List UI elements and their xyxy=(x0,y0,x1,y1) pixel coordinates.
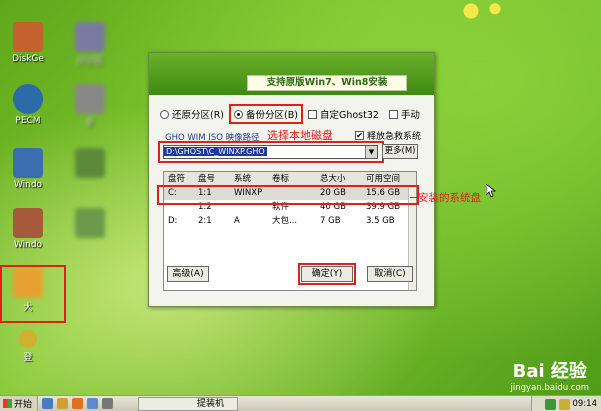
desktop-icon-windows-2[interactable]: Windo xyxy=(0,208,56,250)
table-header: 盘符 盘号 系统 卷标 总大小 可用空间 xyxy=(164,172,416,186)
taskbar-window-button[interactable]: 提装机 xyxy=(138,397,238,411)
custom-ghost32-checkbox[interactable]: 自定Ghost32 xyxy=(305,106,382,122)
taskbar: 开始 提装机 09:14 xyxy=(0,395,601,411)
mouse-cursor-icon xyxy=(486,184,496,198)
table-row[interactable]: D: 2:1 A 大包... 7 GB 3.5 GB xyxy=(164,214,416,228)
quicklaunch-icon[interactable] xyxy=(42,398,53,409)
table-cell: 7 GB xyxy=(320,216,341,226)
diskgenius-icon xyxy=(13,22,43,52)
desktop-icon-label: DiskGe xyxy=(12,54,44,64)
manual-label: 手动 xyxy=(400,110,420,121)
table-cell: A xyxy=(234,216,240,226)
column-header: 卷标 xyxy=(272,174,290,184)
system-disk-annotation: 安装的系统盘 xyxy=(418,192,481,204)
quicklaunch-icon[interactable] xyxy=(87,398,98,409)
column-header: 盘号 xyxy=(198,174,216,184)
table-cell: 2:1 xyxy=(198,216,212,226)
desktop-icon-label: 登 xyxy=(23,353,33,363)
annotation-connector xyxy=(410,197,418,198)
windows-icon xyxy=(13,148,43,178)
manual-checkbox[interactable]: 手动 xyxy=(386,106,423,122)
hidden-icon xyxy=(75,148,105,178)
desktop-icon-hidden-2[interactable] xyxy=(62,208,118,240)
desktop-icon-diskgenius[interactable]: DiskGe xyxy=(0,22,56,64)
path-highlight-box xyxy=(158,141,384,163)
watermark-logo: Bai 经验 xyxy=(512,361,587,382)
desktop-icon-label: Windo xyxy=(13,180,43,190)
desktop-icon-label: PECM xyxy=(15,116,41,126)
table-cell: D: xyxy=(168,216,178,226)
column-header: 盘符 xyxy=(168,174,186,184)
key-icon xyxy=(19,330,37,348)
dialog-header: 支持原版Win7、Win8安装 xyxy=(149,53,434,95)
checkbox-indicator: ✔ xyxy=(355,131,364,140)
manual-icon xyxy=(75,84,105,114)
taskbar-window-label: 提装机 xyxy=(197,399,225,409)
baidu-watermark: Bai 经验 jingyan.baidu.com xyxy=(511,357,589,393)
desktop-icon-windows-1[interactable]: Windo xyxy=(0,148,56,190)
table-cell: 大包... xyxy=(272,216,298,226)
clock: 09:14 xyxy=(572,399,598,409)
onekey-highlight-box xyxy=(0,265,66,323)
backup-partition-label: 备份分区(B) xyxy=(246,110,298,121)
radio-indicator xyxy=(160,109,169,119)
column-header: 总大小 xyxy=(320,174,346,184)
desktop-icon-partition[interactable]: 识分区 xyxy=(62,22,118,67)
windows-flag-icon xyxy=(3,399,12,408)
backup-partition-radio[interactable]: 备份分区(B) xyxy=(229,104,303,124)
system-tray: 09:14 xyxy=(531,396,601,411)
column-header: 系统 xyxy=(234,174,252,184)
desktop-icon-pecm[interactable]: PECM xyxy=(0,84,56,126)
volume-icon[interactable] xyxy=(558,398,570,410)
column-header: 可用空间 xyxy=(366,174,401,184)
cancel-button[interactable]: 取消(C) xyxy=(367,266,413,282)
hidden-icon xyxy=(75,208,105,238)
windows-icon xyxy=(13,208,43,238)
watermark-url: jingyan.baidu.com xyxy=(510,383,589,393)
dialog-title: 支持原版Win7、Win8安装 xyxy=(247,75,407,91)
desktop-icon-login[interactable]: 登 xyxy=(0,330,56,363)
pecm-icon xyxy=(13,84,43,114)
advanced-button[interactable]: 高级(A) xyxy=(167,266,209,282)
system-disk-highlight-box xyxy=(157,185,419,205)
desktop-icon-label: Windo xyxy=(13,240,43,250)
start-button[interactable]: 开始 xyxy=(0,396,38,411)
desktop-icon-hidden-1[interactable] xyxy=(62,148,118,180)
desktop-icon-label: 手 xyxy=(85,119,95,129)
quicklaunch-icon[interactable] xyxy=(57,398,68,409)
flower-decoration xyxy=(453,0,513,22)
radio-indicator xyxy=(234,109,244,119)
restore-partition-radio[interactable]: 还原分区(R) xyxy=(157,106,227,122)
ok-button[interactable]: 确定(Y) xyxy=(298,263,356,285)
mode-row: 还原分区(R) 备份分区(B) 自定Ghost32 手动 xyxy=(157,104,426,124)
desktop-icon-manual[interactable]: 手 xyxy=(62,84,118,129)
more-button[interactable]: 更多(M) xyxy=(382,144,418,159)
onekey-ghost-dialog: 支持原版Win7、Win8安装 还原分区(R) 备份分区(B) 自定Ghost3… xyxy=(148,52,435,307)
restore-partition-label: 还原分区(R) xyxy=(172,110,225,121)
partition-icon xyxy=(75,22,105,52)
dialog-body: 还原分区(R) 备份分区(B) 自定Ghost32 手动 GHO WIM ISO… xyxy=(149,95,434,308)
network-icon[interactable] xyxy=(544,398,556,410)
quicklaunch-icon[interactable] xyxy=(72,398,83,409)
quicklaunch-icon[interactable] xyxy=(102,398,113,409)
custom-ghost32-label: 自定Ghost32 xyxy=(319,110,379,121)
checkbox-indicator xyxy=(307,109,317,119)
desktop-icon-label: 识分区 xyxy=(76,57,104,67)
checkbox-indicator xyxy=(388,109,398,119)
start-label: 开始 xyxy=(14,400,33,410)
